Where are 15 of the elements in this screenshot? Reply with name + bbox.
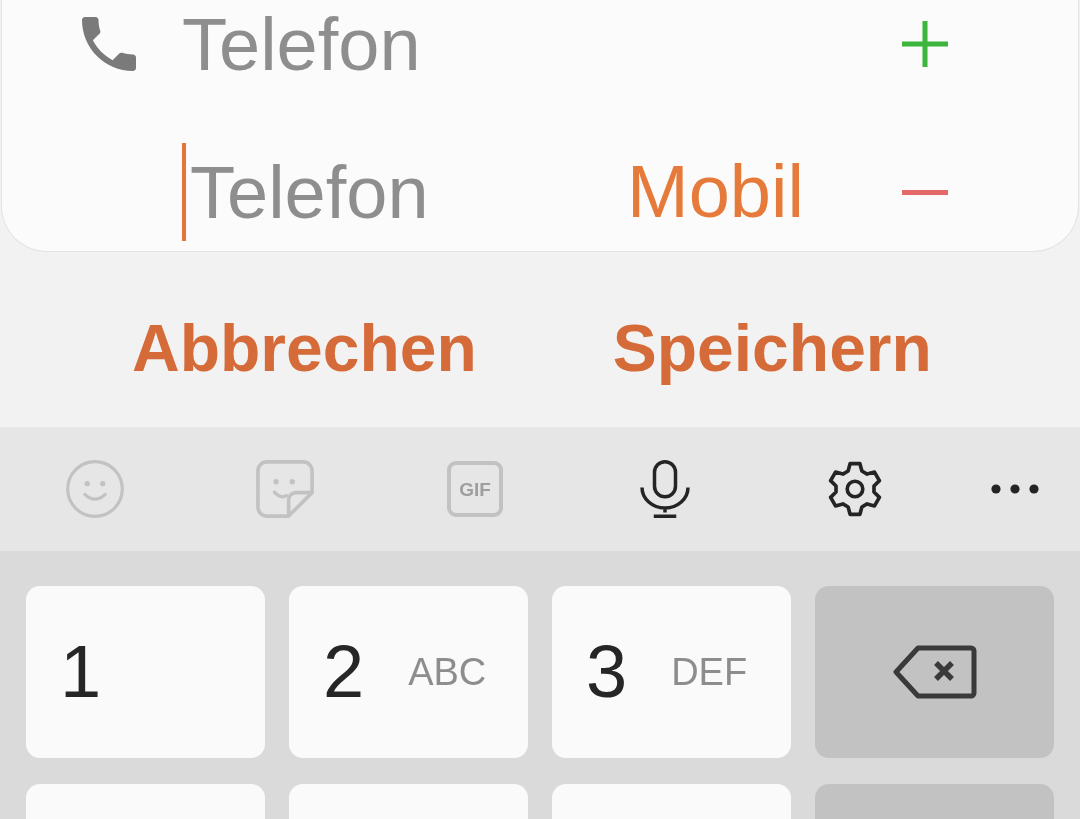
number-key[interactable]: 1 <box>26 586 265 758</box>
phone-input[interactable]: Telefon <box>182 0 590 88</box>
phone-input[interactable]: Telefon <box>190 148 590 236</box>
phone-type-selector[interactable]: Mobil <box>627 155 804 229</box>
number-key[interactable]: 2 ABC <box>289 586 528 758</box>
microphone-icon[interactable] <box>640 460 690 518</box>
plus-icon[interactable] <box>902 21 948 67</box>
cancel-button[interactable]: Abbrechen <box>132 314 477 381</box>
settings-icon[interactable] <box>827 461 883 517</box>
backspace-icon <box>892 645 977 699</box>
more-icon[interactable] <box>991 484 1039 494</box>
minus-icon[interactable] <box>902 189 948 195</box>
phone-icon <box>82 17 136 71</box>
backspace-key[interactable] <box>815 586 1054 758</box>
number-key[interactable]: 3 DEF <box>552 586 791 758</box>
